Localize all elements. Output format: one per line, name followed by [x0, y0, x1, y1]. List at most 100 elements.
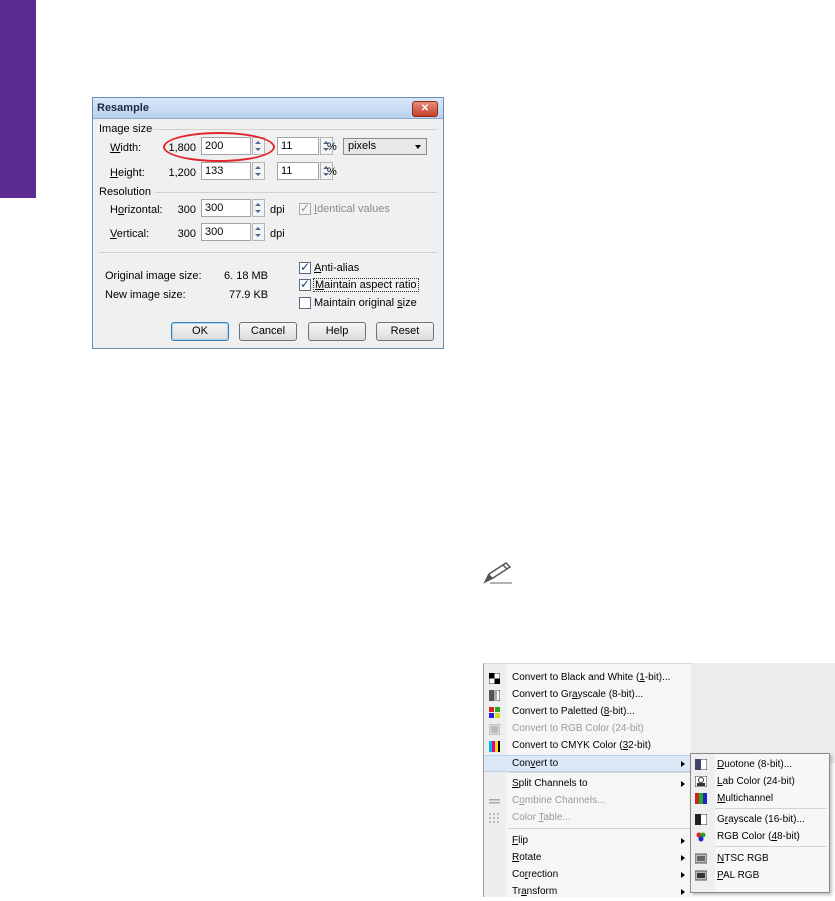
combine-icon [489, 799, 500, 804]
close-button[interactable]: ✕ [412, 101, 438, 117]
units-select-value: pixels [348, 140, 377, 152]
menu-item-label: RGB Color (48-bit) [717, 831, 800, 842]
menu-item-convert-to-grayscale-8-bit[interactable]: Convert to Grayscale (8-bit)... [484, 687, 691, 704]
anti-alias-label: Anti-alias [314, 262, 360, 274]
resolution-divider [155, 192, 437, 193]
menu-item-convert-to-black-and-white-1-bit[interactable]: Convert to Black and White (1-bit)... [484, 670, 691, 687]
menu-item-convert-to[interactable]: Convert to [484, 755, 691, 772]
paletted-icon [489, 707, 500, 718]
vertical-dpi-unit: dpi [270, 228, 285, 240]
height-percent-input[interactable]: 11 [277, 162, 319, 180]
dialog-title: Resample [97, 102, 149, 114]
menu-item-label: Rotate [512, 852, 542, 863]
vertical-label: Vertical: [110, 228, 150, 240]
submenu-item-ntsc-rgb[interactable]: NTSC RGB [691, 850, 829, 867]
width-label: Width: [110, 142, 142, 154]
anti-alias-checkbox[interactable] [299, 260, 311, 274]
context-menu-screenshot: Convert to Black and White (1-bit)... Con… [483, 663, 835, 897]
menu-item-label: Color Table... [512, 812, 571, 823]
menu-item-label: Convert to Paletted (8-bit)... [512, 706, 635, 717]
menu-item-label: NTSC RGB [717, 853, 769, 864]
height-spinner[interactable] [252, 162, 265, 180]
menu-item-label: Convert to Black and White (1-bit)... [512, 672, 671, 683]
maintain-original-label: Maintain original size [314, 297, 417, 309]
width-percent-symbol: % [327, 141, 337, 153]
menu-item-label: Correction [512, 869, 559, 880]
menu-item-flip[interactable]: Flip [484, 833, 691, 850]
vertical-dpi-input[interactable]: 300 [201, 223, 251, 241]
horizontal-label: Horizontal: [110, 204, 163, 216]
close-icon: ✕ [420, 103, 430, 114]
menu-item-label: Multichannel [717, 793, 774, 804]
chevron-down-icon [415, 145, 421, 149]
menu-item-label: Lab Color (24-bit) [717, 776, 795, 787]
chevron-right-icon [681, 855, 685, 861]
menu-item-convert-to-paletted-8-bit[interactable]: Convert to Paletted (8-bit)... [484, 704, 691, 721]
menu-item-rotate[interactable]: Rotate [484, 850, 691, 867]
convert-to-submenu: Duotone (8-bit)... Lab Color (24-bit) Mult… [690, 753, 830, 893]
submenu-item-pal-rgb[interactable]: PAL RGB [691, 867, 829, 884]
new-size-value: 77.9 KB [229, 289, 269, 301]
submenu-separator [715, 846, 827, 847]
chevron-right-icon [681, 761, 685, 767]
submenu-item-lab-color-24-bit[interactable]: Lab Color (24-bit) [691, 773, 829, 790]
pal-icon [695, 870, 707, 881]
image-size-divider [153, 129, 437, 130]
new-size-label: New image size: [105, 289, 186, 301]
width-percent-input[interactable]: 11 [277, 137, 319, 155]
image-context-menu: Convert to Black and White (1-bit)... Con… [483, 663, 691, 897]
units-select[interactable]: pixels [343, 138, 427, 155]
horizontal-dpi-spinner[interactable] [252, 199, 265, 217]
menu-item-label: Grayscale (16-bit)... [717, 814, 805, 825]
submenu-item-multichannel[interactable]: Multichannel [691, 790, 829, 807]
maintain-original-checkbox[interactable] [299, 297, 311, 309]
cmyk-icon [489, 741, 500, 752]
maintain-aspect-checkbox[interactable] [299, 277, 311, 291]
help-button[interactable]: Help [308, 322, 366, 341]
submenu-item-duotone-8-bit[interactable]: Duotone (8-bit)... [691, 756, 829, 773]
menu-item-label: PAL RGB [717, 870, 760, 881]
chevron-right-icon [681, 872, 685, 878]
submenu-item-grayscale-16-bit[interactable]: Grayscale (16-bit)... [691, 811, 829, 828]
rgb-icon [489, 724, 500, 735]
menu-background [690, 663, 835, 763]
maintain-aspect-label: Maintain aspect ratio [313, 278, 419, 292]
menu-item-split-channels-to[interactable]: Split Channels to [484, 776, 691, 793]
resample-dialog: Resample ✕ Image size Width: 1,800 200 1… [92, 97, 444, 349]
menu-item-label: Combine Channels... [512, 795, 606, 806]
original-size-value: 6. 18 MB [224, 270, 269, 282]
chevron-right-icon [681, 889, 685, 895]
menu-item-label: Convert to Grayscale (8-bit)... [512, 689, 644, 700]
menu-item-transform[interactable]: Transform [484, 884, 691, 901]
height-percent-symbol: % [327, 166, 337, 178]
menu-item-label: Convert to [512, 758, 559, 769]
menu-item-label: Transform [512, 886, 558, 897]
menu-separator [508, 772, 690, 773]
menu-item-correction[interactable]: Correction [484, 867, 691, 884]
chevron-right-icon [681, 838, 685, 844]
menu-item-combine-channels: Combine Channels... [484, 793, 691, 810]
horizontal-original-value: 300 [177, 204, 196, 216]
identical-values-checkbox[interactable] [299, 201, 311, 215]
lab-icon [695, 776, 707, 787]
menu-item-convert-to-cmyk-color-32-bit[interactable]: Convert to CMYK Color (32-bit) [484, 738, 691, 755]
bw-icon [489, 673, 500, 684]
ok-button[interactable]: OK [171, 322, 229, 341]
reset-button[interactable]: Reset [376, 322, 434, 341]
multichannel-icon [695, 793, 707, 804]
rgb48-icon [696, 832, 706, 842]
height-label: Height: [110, 167, 145, 179]
height-original-value: 1,200 [168, 167, 196, 179]
height-input[interactable]: 133 [201, 162, 251, 180]
duotone-icon [695, 759, 707, 770]
purple-side-tab [0, 0, 36, 198]
menu-separator [508, 828, 690, 829]
menu-item-label: Convert to CMYK Color (32-bit) [512, 740, 651, 751]
menu-item-label: Flip [512, 835, 529, 846]
identical-values-label: Identical values [314, 203, 390, 215]
horizontal-dpi-input[interactable]: 300 [201, 199, 251, 217]
vertical-dpi-spinner[interactable] [252, 223, 265, 241]
submenu-item-rgb-color-48-bit[interactable]: RGB Color (48-bit) [691, 828, 829, 845]
color-table-icon [489, 813, 499, 823]
cancel-button[interactable]: Cancel [239, 322, 297, 341]
